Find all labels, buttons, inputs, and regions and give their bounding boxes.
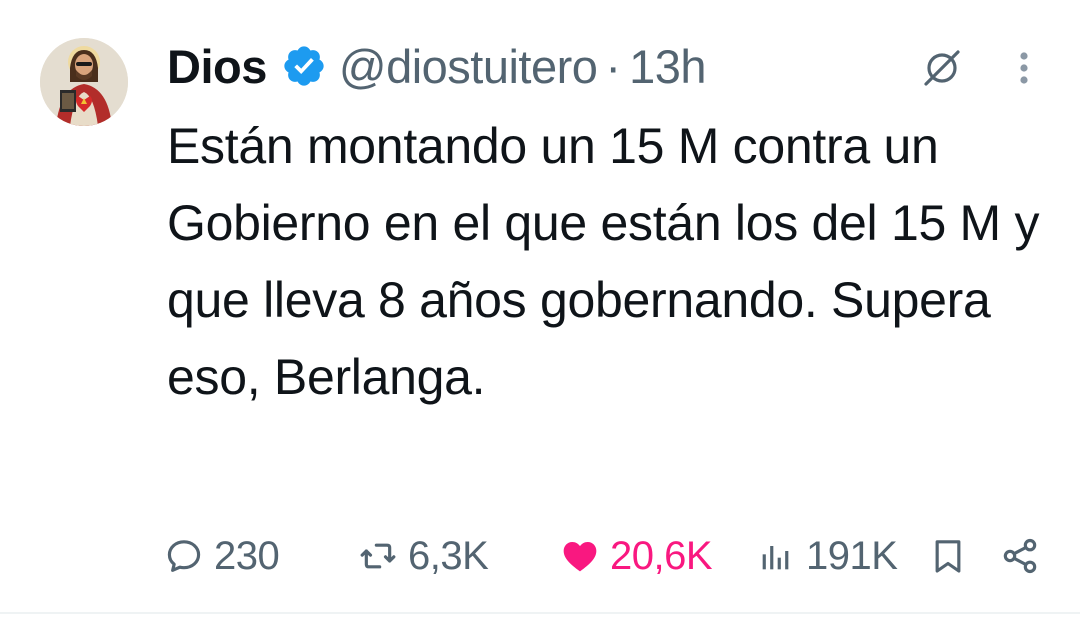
avatar[interactable]	[40, 38, 128, 126]
tweet-timestamp[interactable]: 13h	[629, 39, 706, 94]
retweet-count: 6,3K	[408, 533, 489, 578]
share-icon	[1003, 538, 1037, 574]
bookmark-icon	[935, 540, 961, 573]
heart-filled-icon	[563, 542, 597, 572]
separator-dot: ·	[605, 39, 622, 93]
reply-icon	[167, 540, 201, 572]
views-button[interactable]: 191K	[756, 528, 898, 584]
author-name[interactable]: Dios	[167, 39, 267, 94]
views-count: 191K	[806, 533, 898, 578]
bookmark-button[interactable]	[928, 528, 968, 584]
analytics-icon	[762, 546, 789, 570]
like-button[interactable]: 20,6K	[560, 528, 713, 584]
author-handle[interactable]: @diostuitero	[339, 39, 598, 94]
action-bar: 230 6,3K 20,6K 191K	[164, 528, 1044, 584]
verified-badge-icon[interactable]	[281, 43, 327, 89]
reply-button[interactable]: 230	[164, 528, 280, 584]
retweet-icon	[360, 543, 396, 569]
sacred-heart-avatar-icon	[40, 38, 128, 126]
grok-icon[interactable]	[918, 44, 966, 92]
tweet-text: Están montando un 15 M contra un Gobiern…	[167, 118, 1040, 405]
like-count: 20,6K	[610, 533, 713, 578]
tweet-header: Dios @diostuitero · 13h	[167, 36, 706, 96]
tweet-card[interactable]: Dios @diostuitero · 13h Están montando u…	[0, 0, 1080, 622]
retweet-button[interactable]: 6,3K	[358, 528, 489, 584]
share-button[interactable]	[1000, 528, 1040, 584]
more-options-icon[interactable]	[1004, 44, 1044, 92]
divider	[0, 612, 1080, 614]
reply-count: 230	[214, 533, 280, 578]
